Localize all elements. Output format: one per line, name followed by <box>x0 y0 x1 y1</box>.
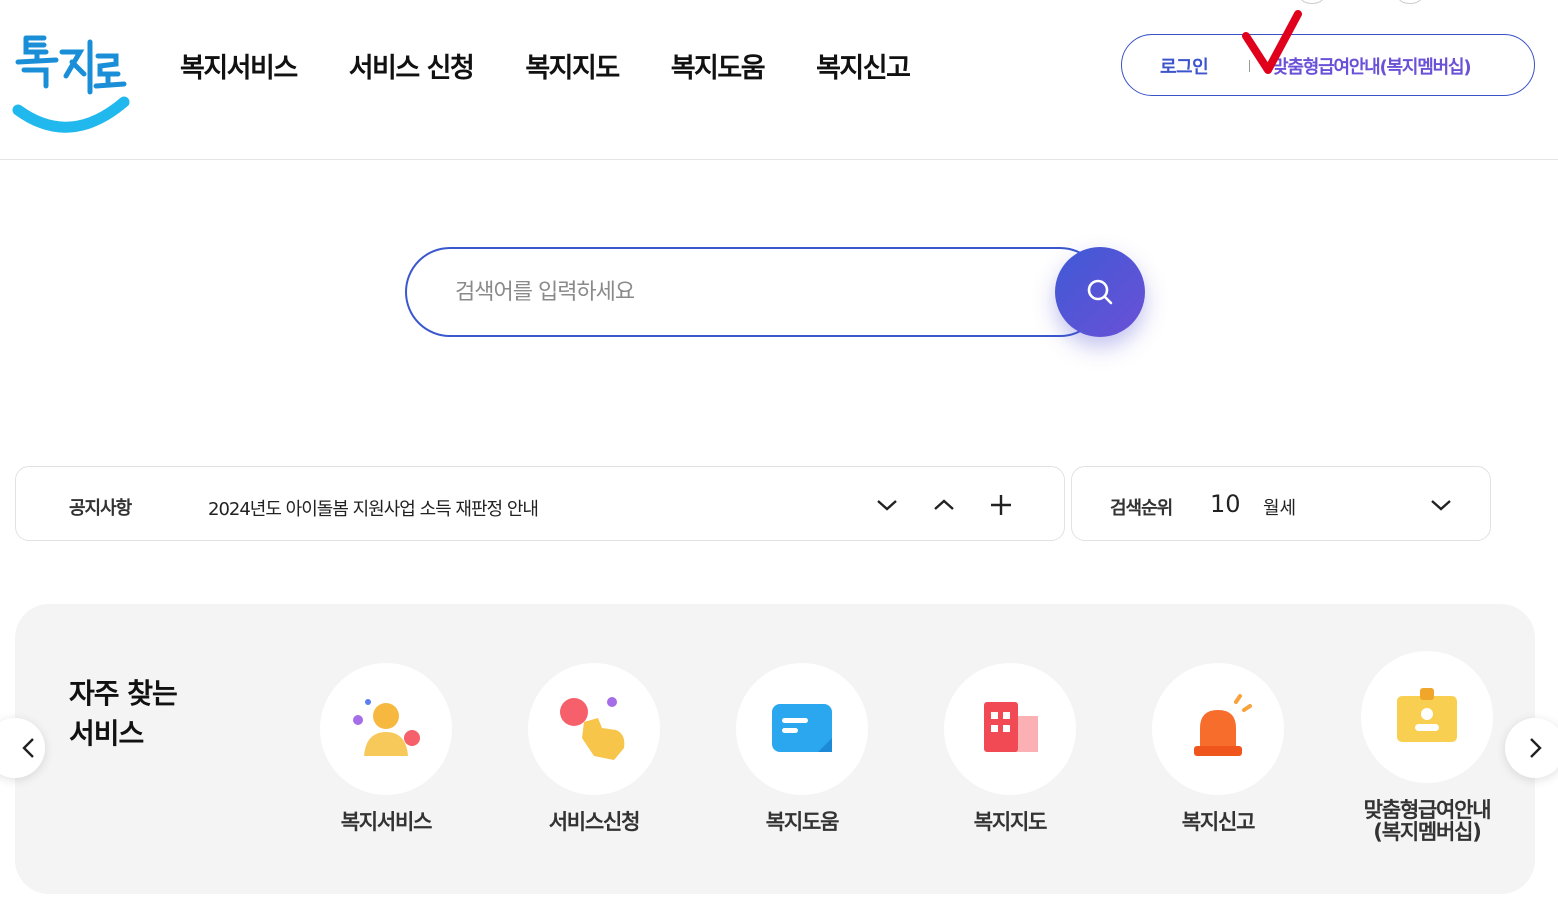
id-card-icon <box>1397 688 1457 742</box>
carousel-next-button[interactable] <box>1505 718 1558 778</box>
nav-welfare-report[interactable]: 복지신고 <box>816 46 911 85</box>
search-icon <box>1087 279 1113 305</box>
ranking-number: 10 <box>1210 490 1241 518</box>
logo-image <box>12 35 130 133</box>
nav-welfare-service[interactable]: 복지서비스 <box>180 46 298 85</box>
service-icon-circle <box>320 663 452 795</box>
user-menu-box: 로그인 맞춤형급여안내(복지멤버십) <box>1121 34 1535 96</box>
chevron-left-icon <box>22 738 34 758</box>
service-icon-circle <box>736 663 868 795</box>
search-button[interactable] <box>1055 247 1145 337</box>
label-line: 맞춤형급여안내 <box>1363 798 1492 822</box>
building-icon <box>984 702 1038 752</box>
service-icon-circle <box>944 663 1076 795</box>
frequent-services-panel: 자주 찾는 서비스 복지서비스 서비스신청 복지도움 복지지도 복지신고 맞춤형… <box>15 604 1535 894</box>
notice-title: 공지사항 <box>69 498 132 519</box>
notice-bar: 공지사항 2024년도 아이돌봄 지원사업 소득 재판정 안내 <box>15 466 1065 541</box>
service-item-welfare-service[interactable]: 복지서비스 <box>296 663 476 833</box>
service-label: 서비스신청 <box>548 810 641 834</box>
nav-service-apply[interactable]: 서비스 신청 <box>349 46 475 85</box>
top-utility-circle[interactable] <box>1398 0 1422 4</box>
ranking-title: 검색순위 <box>1110 498 1173 519</box>
main-navigation: 복지서비스 서비스 신청 복지지도 복지도움 복지신고 <box>180 46 961 85</box>
logo[interactable] <box>12 30 130 138</box>
notice-item[interactable]: 2024년도 아이돌봄 지원사업 소득 재판정 안내 <box>208 495 539 521</box>
site-header: 복지서비스 서비스 신청 복지지도 복지도움 복지신고 로그인 맞춤형급여안내(… <box>0 0 1558 160</box>
chevron-right-icon <box>1530 738 1542 758</box>
touch-hand-icon <box>560 697 625 760</box>
ranking-keyword[interactable]: 월세 <box>1263 494 1296 520</box>
service-label: 복지지도 <box>973 810 1048 834</box>
siren-icon <box>1194 694 1252 756</box>
red-check-mark-icon <box>1242 10 1302 74</box>
nav-welfare-map[interactable]: 복지지도 <box>525 46 620 85</box>
service-item-membership[interactable]: 맞춤형급여안내 (복지멤버십) <box>1337 651 1517 843</box>
service-label: 맞춤형급여안내 (복지멤버십) <box>1337 799 1517 843</box>
chevron-down-icon[interactable] <box>1428 492 1454 518</box>
service-icon-circle <box>1361 651 1493 783</box>
label-line: (복지멤버십) <box>1373 820 1482 844</box>
service-label: 복지도움 <box>765 810 840 834</box>
chevron-down-icon[interactable] <box>874 492 900 518</box>
search-ranking-bar: 검색순위 10 월세 <box>1071 466 1491 541</box>
service-item-service-apply[interactable]: 서비스신청 <box>504 663 684 833</box>
search-box <box>405 247 1145 337</box>
chevron-up-icon[interactable] <box>931 492 957 518</box>
frequent-services-title: 자주 찾는 서비스 <box>69 674 178 754</box>
service-icon-circle <box>1152 663 1284 795</box>
service-label: 복지서비스 <box>340 810 433 834</box>
plus-icon[interactable] <box>988 492 1014 518</box>
title-line: 자주 찾는 <box>69 677 178 710</box>
service-label: 복지신고 <box>1181 810 1256 834</box>
service-icon-circle <box>528 663 660 795</box>
service-item-welfare-report[interactable]: 복지신고 <box>1128 663 1308 833</box>
login-link[interactable]: 로그인 <box>1160 53 1209 79</box>
service-item-welfare-map[interactable]: 복지지도 <box>920 663 1100 833</box>
nav-welfare-help[interactable]: 복지도움 <box>671 46 766 85</box>
people-icon <box>353 699 420 756</box>
title-line: 서비스 <box>69 717 144 750</box>
chat-bubble-icon <box>772 704 832 752</box>
service-item-welfare-help[interactable]: 복지도움 <box>712 663 892 833</box>
top-utility-circle[interactable] <box>1300 0 1324 4</box>
search-input[interactable] <box>405 247 1105 337</box>
